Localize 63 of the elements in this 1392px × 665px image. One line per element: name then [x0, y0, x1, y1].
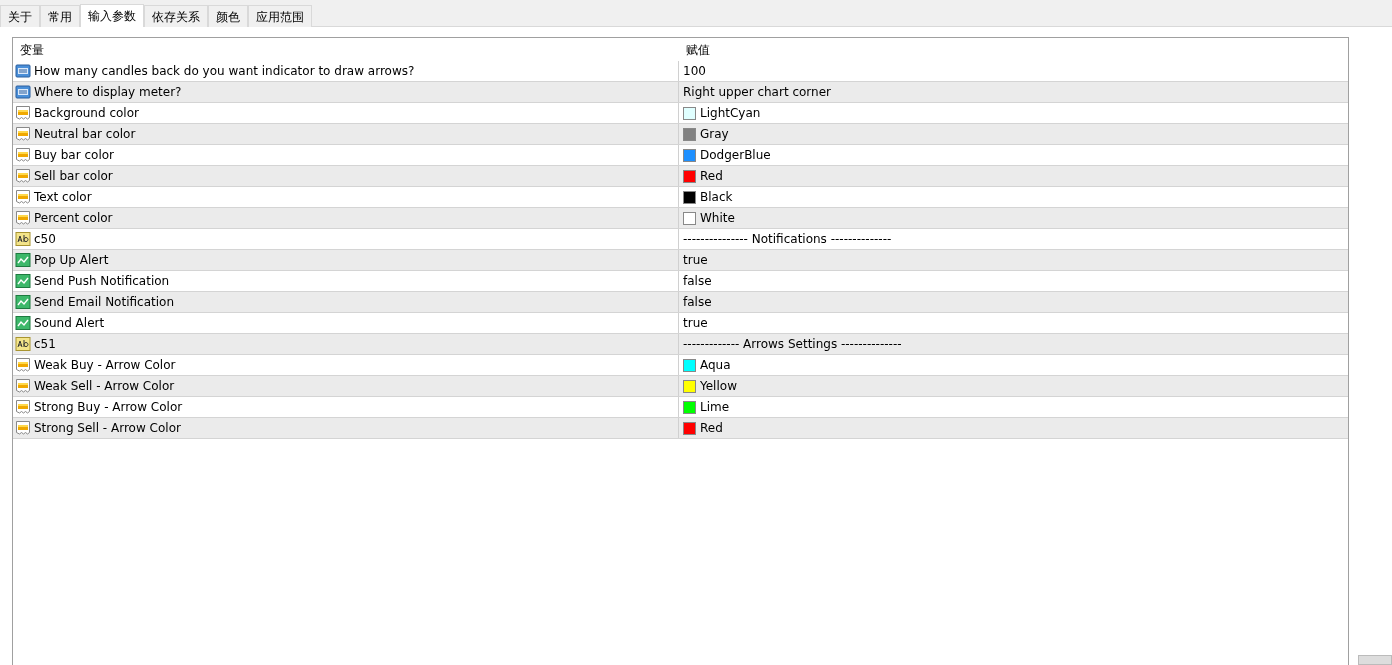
parameter-value[interactable]: --------------- Notifications -------------- — [683, 230, 892, 248]
parameter-value[interactable]: LightCyan — [700, 104, 761, 122]
column-header: 变量 — [20, 41, 44, 59]
text-type-icon — [15, 336, 31, 352]
number-type-icon — [15, 84, 31, 100]
tab[interactable]: 关于 — [0, 5, 40, 27]
parameter-name: Sell bar color — [34, 168, 113, 185]
parameter-value[interactable]: Aqua — [700, 356, 731, 374]
color-type-icon — [15, 378, 31, 394]
parameter-value[interactable]: true — [683, 251, 708, 269]
parameter-value[interactable]: 100 — [683, 62, 706, 80]
parameter-value[interactable]: false — [683, 293, 712, 311]
tab[interactable]: 颜色 — [208, 5, 248, 27]
parameter-value[interactable]: Black — [700, 188, 733, 206]
parameter-name: Weak Buy - Arrow Color — [34, 357, 176, 374]
color-type-icon — [15, 420, 31, 436]
parameter-name: Percent color — [34, 210, 113, 227]
parameter-name: c50 — [34, 231, 56, 248]
parameter-name: Neutral bar color — [34, 126, 136, 143]
color-type-icon — [15, 126, 31, 142]
color-type-icon — [15, 189, 31, 205]
boolean-type-icon — [15, 294, 31, 310]
tab[interactable]: 输入参数 — [80, 4, 144, 28]
parameter-value[interactable]: Yellow — [700, 377, 737, 395]
parameter-value[interactable]: Gray — [700, 125, 729, 143]
parameter-name: Buy bar color — [34, 147, 115, 164]
parameter-value[interactable]: Red — [700, 419, 723, 437]
parameter-name: Sound Alert — [34, 315, 105, 332]
tab[interactable]: 常用 — [40, 5, 80, 27]
column-header: 赋值 — [686, 41, 710, 59]
parameter-name: Text color — [34, 189, 92, 206]
scrollbar-thumb[interactable] — [1358, 655, 1392, 665]
boolean-type-icon — [15, 252, 31, 268]
parameter-name: Weak Sell - Arrow Color — [34, 378, 175, 395]
parameter-value[interactable]: White — [700, 209, 735, 227]
parameter-value[interactable]: ------------- Arrows Settings -------------- — [683, 335, 902, 353]
tab[interactable]: 应用范围 — [248, 5, 312, 27]
boolean-type-icon — [15, 315, 31, 331]
parameter-name: Strong Sell - Arrow Color — [34, 420, 181, 437]
boolean-type-icon — [15, 273, 31, 289]
parameter-value[interactable]: Lime — [700, 398, 730, 416]
color-type-icon — [15, 399, 31, 415]
parameter-name: Send Push Notification — [34, 273, 170, 290]
parameter-name: Background color — [34, 105, 139, 122]
parameter-name: c51 — [34, 336, 56, 353]
parameter-name: Send Email Notification — [34, 294, 174, 311]
parameter-value[interactable]: true — [683, 314, 708, 332]
parameter-name: Pop Up Alert — [34, 252, 109, 269]
parameter-value[interactable]: Right upper chart corner — [683, 83, 831, 101]
parameter-value[interactable]: Red — [700, 167, 723, 185]
color-type-icon — [15, 357, 31, 373]
parameter-name: Where to display meter? — [34, 84, 182, 101]
number-type-icon — [15, 63, 31, 79]
parameter-value[interactable]: false — [683, 272, 712, 290]
color-type-icon — [15, 210, 31, 226]
color-type-icon — [15, 147, 31, 163]
parameter-value[interactable]: DodgerBlue — [700, 146, 771, 164]
parameter-name: Strong Buy - Arrow Color — [34, 399, 183, 416]
color-type-icon — [15, 105, 31, 121]
text-type-icon — [15, 231, 31, 247]
parameter-name: How many candles back do you want indicator to draw arrows? — [34, 63, 415, 80]
tab[interactable]: 依存关系 — [144, 5, 208, 27]
color-type-icon — [15, 168, 31, 184]
